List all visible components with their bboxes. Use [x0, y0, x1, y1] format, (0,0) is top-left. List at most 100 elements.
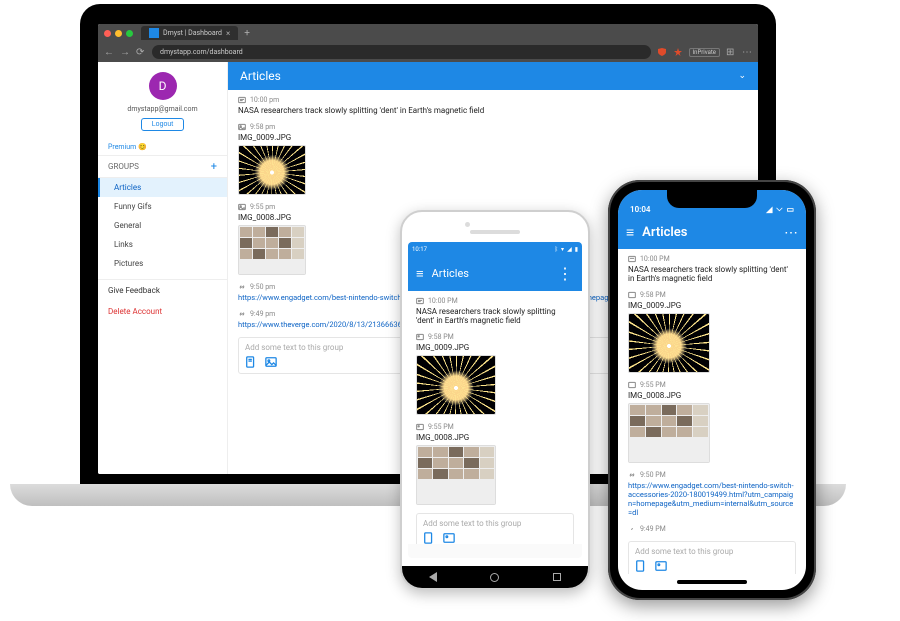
composer-placeholder: Add some text to this group [245, 343, 343, 352]
iphone-device: 10:04 ◢ ⌵ ▭ ≡ Articles ⋯ 10:00 PM NASA r… [608, 180, 816, 600]
composer-placeholder: Add some text to this group [423, 519, 521, 528]
sidebar-item-articles[interactable]: Articles [98, 178, 227, 197]
nav-reload-icon[interactable]: ⟳ [136, 47, 146, 57]
attach-file-icon[interactable] [423, 532, 435, 544]
attach-image-icon[interactable] [655, 560, 667, 572]
item-title[interactable]: NASA researchers track slowly splitting … [416, 307, 574, 325]
item-title: IMG_0008.JPG [628, 391, 796, 400]
ios-home-indicator[interactable] [618, 574, 806, 590]
composer[interactable]: Add some text to this group [628, 541, 796, 574]
text-icon [628, 255, 636, 263]
attach-image-icon[interactable] [265, 356, 277, 368]
battery-icon: ▮ [575, 246, 578, 253]
signal-icon: ◢ [567, 246, 572, 253]
item-thumbnail[interactable] [238, 225, 306, 275]
sidebar-item-links[interactable]: Links [98, 235, 227, 254]
item-thumbnail[interactable] [628, 403, 710, 463]
url-text: dmystapp.com/dashboard [160, 48, 243, 56]
new-tab-button[interactable]: + [244, 28, 250, 39]
item-time: 9:49 PM [640, 525, 666, 533]
hamburger-icon[interactable]: ≡ [416, 266, 424, 282]
menu-icon[interactable]: ⋯ [742, 47, 752, 57]
item-title[interactable]: NASA researchers track slowly splitting … [628, 265, 796, 283]
link-icon [628, 471, 636, 479]
android-back-button[interactable] [429, 572, 437, 582]
nav-forward-icon[interactable]: → [120, 47, 130, 57]
browser-tab[interactable]: Dmyst | Dashboard × [141, 26, 238, 40]
star-icon[interactable] [673, 47, 683, 57]
attach-file-icon[interactable] [245, 356, 257, 368]
item-time: 9:50 pm [250, 283, 275, 291]
collections-icon[interactable]: ⊞ [726, 47, 736, 57]
avatar[interactable]: D [149, 72, 177, 100]
item-time: 9:58 PM [640, 291, 666, 299]
give-feedback-link[interactable]: Give Feedback [98, 279, 227, 301]
item-link[interactable]: https://www.engadget.com/best-nintendo-s… [628, 481, 796, 517]
item-time: 10:00 pm [250, 96, 279, 104]
premium-link[interactable]: Premium 😊 [98, 139, 227, 155]
android-footer [408, 544, 582, 558]
item-time: 9:49 pm [250, 310, 275, 318]
android-navbar [402, 566, 588, 588]
add-group-button[interactable]: + [211, 160, 217, 173]
window-close-dot[interactable] [104, 30, 111, 37]
android-body[interactable]: 10:00 PM NASA researchers track slowly s… [408, 291, 582, 544]
window-min-dot[interactable] [115, 30, 122, 37]
overflow-menu-icon[interactable]: ⋮ [557, 264, 574, 283]
item-time: 9:58 pm [250, 123, 275, 131]
panel-collapse-icon[interactable]: ⌄ [738, 71, 746, 81]
item-time: 9:55 pm [250, 203, 275, 211]
window-max-dot[interactable] [126, 30, 133, 37]
shield-icon[interactable] [657, 47, 667, 57]
nav-back-icon[interactable]: ← [104, 47, 114, 57]
iphone-notch [667, 190, 757, 208]
item-thumbnail[interactable] [628, 313, 710, 373]
wifi-icon: ▾ [561, 246, 564, 253]
overflow-menu-icon[interactable]: ⋯ [784, 225, 798, 241]
hamburger-icon[interactable]: ≡ [626, 224, 634, 241]
delete-account-link[interactable]: Delete Account [98, 301, 227, 322]
inprivate-badge: InPrivate [689, 48, 721, 57]
item-time: 9:55 PM [640, 381, 666, 389]
ios-title: Articles [642, 225, 687, 240]
sidebar-item-pictures[interactable]: Pictures [98, 254, 227, 273]
link-icon [628, 525, 636, 533]
browser-titlebar: Dmyst | Dashboard × + [98, 24, 758, 42]
url-field[interactable]: dmystapp.com/dashboard [152, 45, 651, 59]
bluetooth-icon: ᛒ [554, 246, 558, 253]
groups-label: GROUPS [108, 162, 139, 171]
tab-favicon [149, 28, 159, 38]
item-thumbnail[interactable] [416, 445, 496, 505]
attach-image-icon[interactable] [443, 532, 455, 544]
item-title: IMG_0009.JPG [238, 133, 748, 142]
item-time: 10:00 PM [640, 255, 670, 263]
composer[interactable]: Add some text to this group [416, 513, 574, 544]
panel-title: Articles [240, 69, 281, 83]
android-appbar: ≡ Articles ⋮ [408, 256, 582, 291]
item-title: IMG_0008.JPG [416, 433, 574, 442]
android-home-button[interactable] [490, 573, 499, 582]
attach-file-icon[interactable] [635, 560, 647, 572]
item-thumbnail[interactable] [416, 355, 496, 415]
item-title[interactable]: NASA researchers track slowly splitting … [238, 106, 748, 115]
feed-item: 10:00 pm NASA researchers track slowly s… [238, 96, 748, 115]
groups-header: GROUPS + [98, 155, 227, 178]
sidebar-item-general[interactable]: General [98, 216, 227, 235]
image-icon [416, 423, 424, 431]
sidebar-item-funny-gifs[interactable]: Funny Gifs [98, 197, 227, 216]
ios-status-time: 10:04 [630, 205, 650, 214]
composer-placeholder: Add some text to this group [635, 547, 733, 556]
sidebar: D dmystapp@gmail.com Logout Premium 😊 GR… [98, 62, 228, 474]
signal-icon: ◢ [766, 205, 772, 214]
user-email: dmystapp@gmail.com [98, 105, 227, 113]
logout-button[interactable]: Logout [141, 118, 184, 131]
item-title: IMG_0009.JPG [628, 301, 796, 310]
item-thumbnail[interactable] [238, 145, 306, 195]
image-icon [416, 333, 424, 341]
tab-close-icon[interactable]: × [226, 29, 230, 38]
link-icon [238, 283, 246, 291]
android-recents-button[interactable] [553, 573, 561, 581]
ios-body[interactable]: 10:00 PM NASA researchers track slowly s… [618, 249, 806, 574]
battery-icon: ▭ [786, 205, 794, 214]
browser-urlbar: ← → ⟳ dmystapp.com/dashboard InPrivate ⊞… [98, 42, 758, 62]
